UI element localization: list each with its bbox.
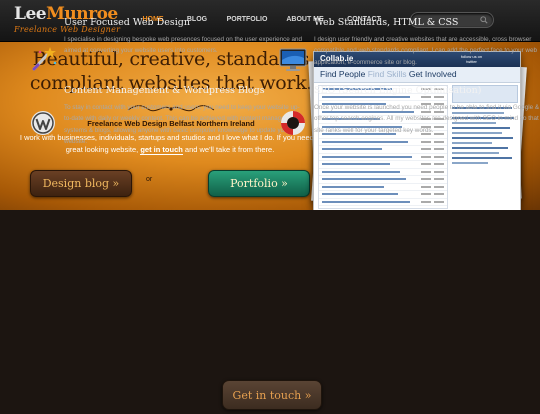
design-blog-button[interactable]: Design blog » [30, 170, 132, 197]
side-line [452, 137, 513, 139]
or-label: or [146, 176, 153, 183]
side-line [452, 152, 499, 154]
feature-text: I specialise in designing bespoke web pr… [64, 36, 303, 55]
side-line [452, 157, 512, 159]
heading-part-3: Get Involved [406, 69, 457, 79]
showcase-table-row [319, 199, 447, 206]
showcase-heading: Find People Find Skills Get Involved [320, 69, 457, 79]
showcase-table-row [319, 191, 447, 199]
feature-title: Content Management & Wordpress Blogs [64, 85, 265, 96]
showcase-table-row [319, 176, 447, 184]
feature-title: SEO (Search Engine Optimisation) [314, 85, 482, 96]
heading-part-1: Find People [320, 69, 368, 79]
showcase-table-row [319, 169, 447, 176]
feature-title: Web Standards, HTML & CSS [314, 17, 459, 28]
showcase-table-row [319, 161, 447, 169]
side-line [452, 147, 508, 149]
portfolio-button[interactable]: Portfolio » [208, 170, 310, 197]
feature-web-standards: Web Standards, HTML & CSS I design user … [314, 17, 540, 68]
monitor-icon [279, 48, 307, 71]
feature-text: I design user friendly and creative webs… [314, 36, 537, 66]
side-line [452, 142, 492, 144]
showcase-table-row [319, 154, 447, 161]
feature-seo: SEO (Search Engine Optimisation) Once yo… [314, 85, 540, 136]
lifebuoy-icon [281, 111, 305, 135]
feature-title: User Focused Web Design [64, 17, 190, 28]
feature-text: To stay in contact with your customers a… [64, 104, 300, 145]
magic-wand-icon [32, 47, 57, 71]
wordpress-icon [31, 111, 55, 135]
showcase-table-row [319, 146, 447, 154]
side-line [452, 162, 488, 164]
showcase-heading-band: Find People Find Skills Get Involved [314, 67, 520, 83]
get-in-touch-button[interactable]: Get in touch » [222, 380, 322, 410]
feature-user-focused: User Focused Web Design I specialise in … [64, 17, 304, 57]
heading-part-2: Find Skills [367, 69, 407, 79]
logo-first-name: Lee [14, 4, 47, 24]
feature-text: Once your website is launched you need p… [314, 104, 540, 134]
showcase-table-row [319, 139, 447, 146]
feature-content-management: Content Management & Wordpress Blogs To … [64, 85, 304, 147]
showcase-table-row [319, 184, 447, 191]
